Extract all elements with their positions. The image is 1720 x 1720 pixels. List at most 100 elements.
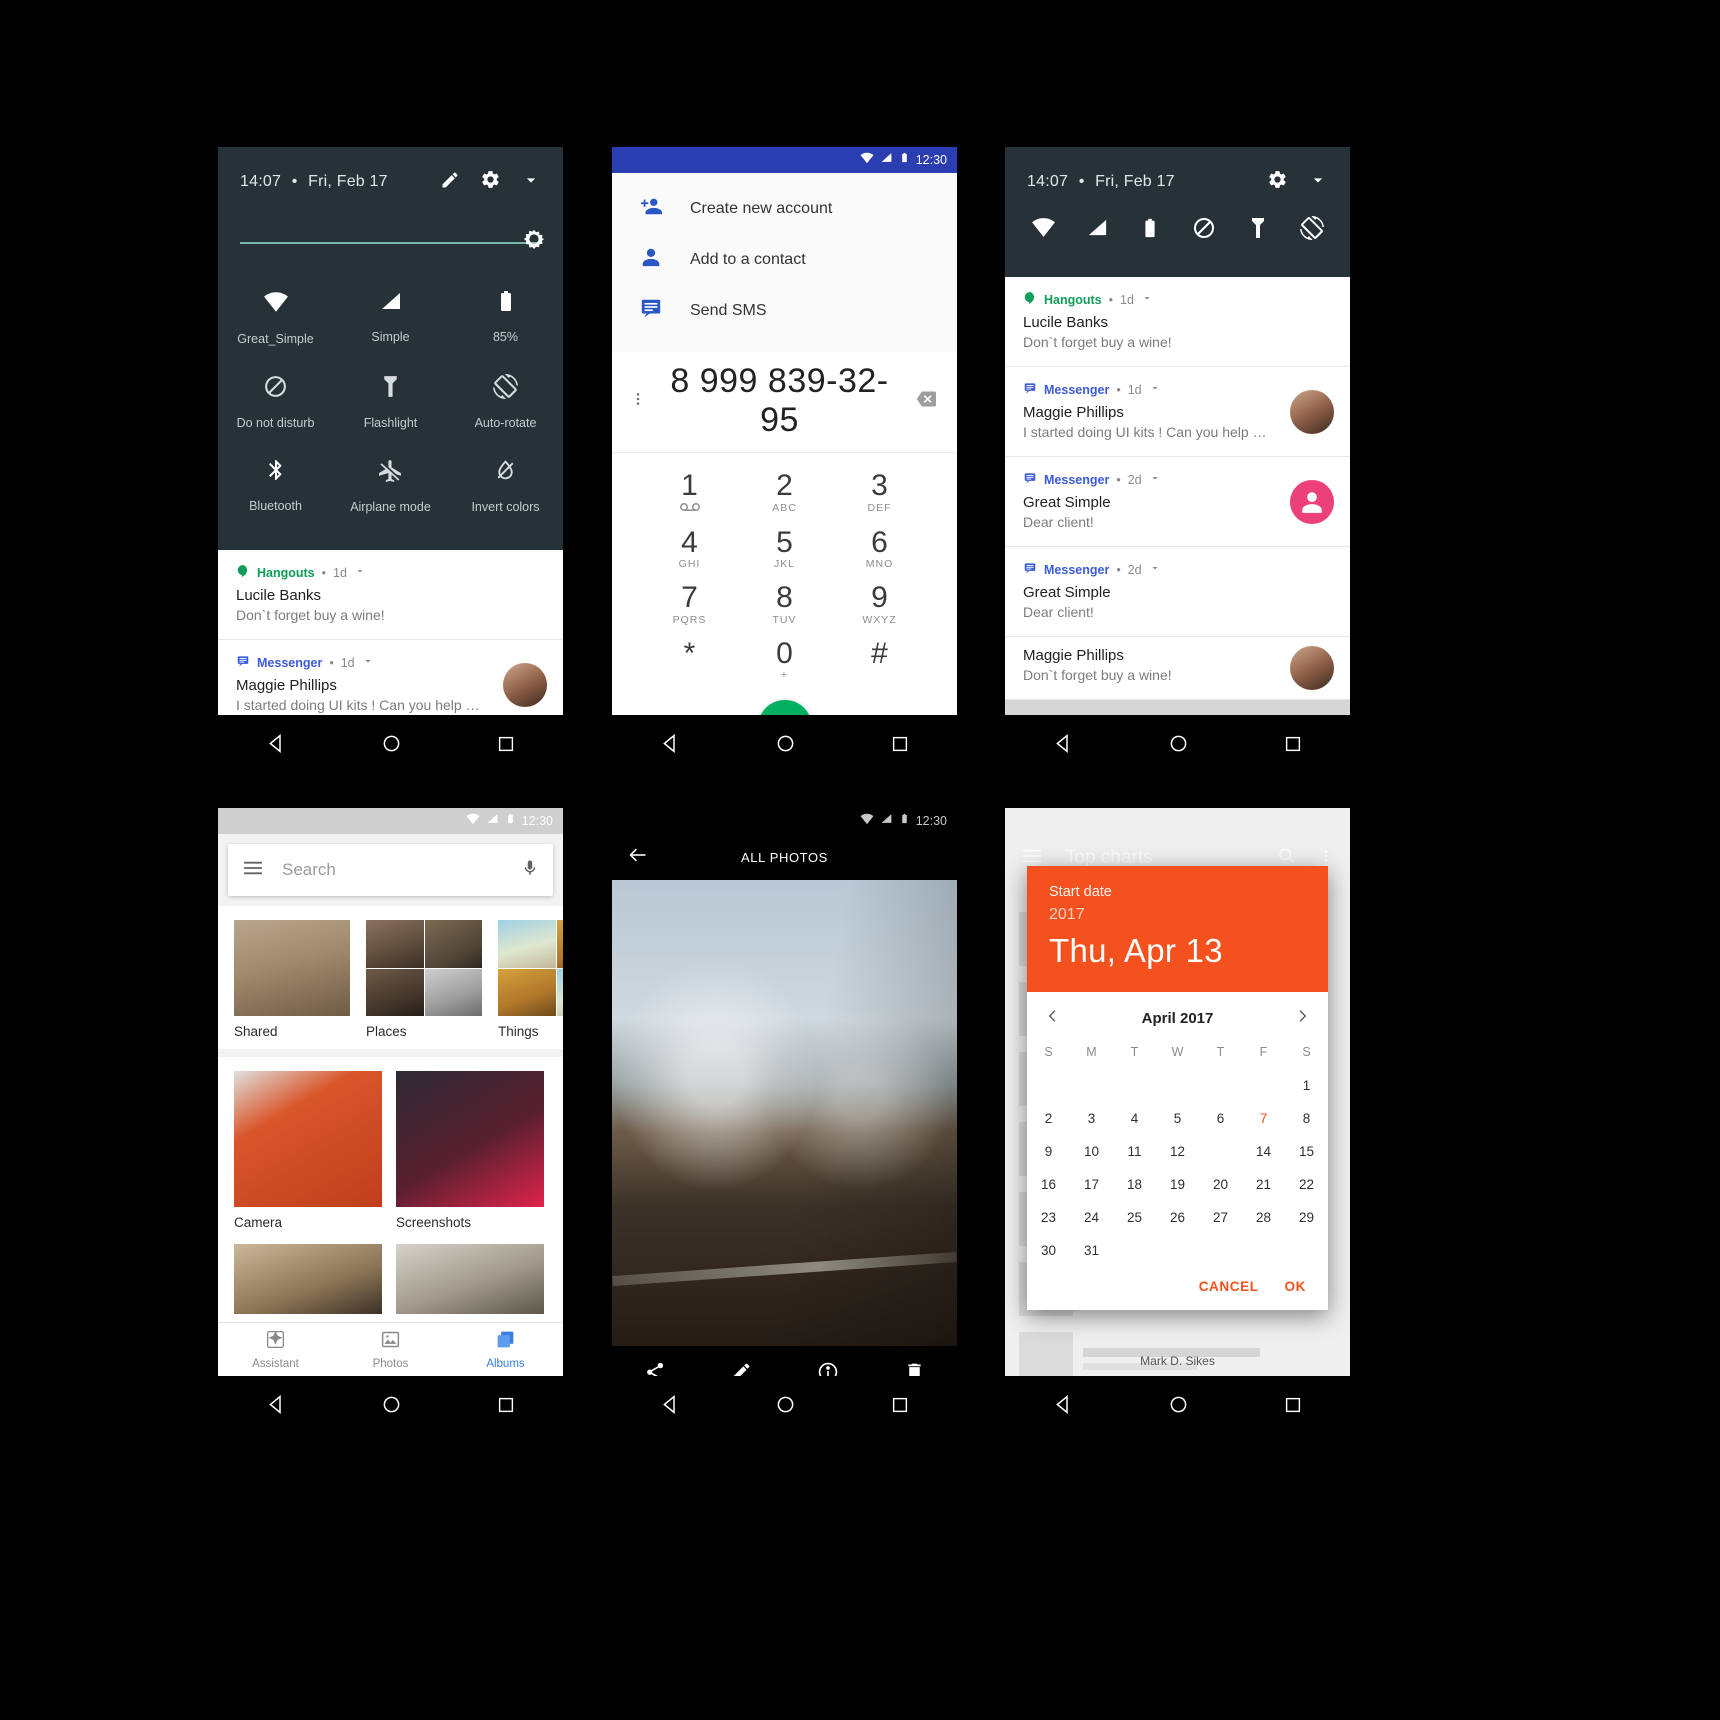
chevron-down-icon[interactable] (521, 170, 541, 195)
hamburger-menu-icon[interactable] (242, 860, 264, 881)
qs-tile-airplane-mode[interactable]: Airplane mode (333, 444, 448, 528)
calendar-day[interactable]: 6 (1199, 1102, 1242, 1135)
calendar-day[interactable]: 8 (1285, 1102, 1328, 1135)
battery-icon[interactable] (1139, 217, 1161, 244)
dialpad-key-2[interactable]: 2 ABC (737, 463, 832, 520)
add-to-contact-item[interactable]: Add to a contact (612, 234, 957, 285)
dialpad-key-0[interactable]: 0 + (737, 631, 832, 687)
qs-tile-flashlight[interactable]: Flashlight (333, 360, 448, 444)
calendar-day[interactable]: 26 (1156, 1201, 1199, 1234)
gear-icon[interactable] (1267, 169, 1288, 195)
nav-home-icon[interactable] (776, 1395, 795, 1419)
photo-canvas[interactable] (612, 880, 957, 1346)
overflow-menu-icon[interactable] (630, 391, 646, 412)
calendar-day[interactable]: 11 (1113, 1135, 1156, 1168)
edit-icon[interactable] (440, 170, 460, 195)
calendar-day[interactable]: 30 (1027, 1234, 1070, 1267)
qs-tile-auto-rotate[interactable]: Auto-rotate (448, 360, 563, 444)
calendar-day[interactable]: 14 (1242, 1135, 1285, 1168)
calendar-day[interactable]: 27 (1199, 1201, 1242, 1234)
notification-item[interactable]: Messenger • 1d Maggie Phillips I started… (218, 640, 563, 715)
dialed-number[interactable]: 8 999 839-32-95 (664, 362, 895, 440)
cancel-button[interactable]: CANCEL (1199, 1279, 1259, 1294)
calendar-day[interactable]: 13 (1199, 1135, 1242, 1168)
nav-back-icon[interactable] (1053, 1394, 1074, 1420)
calendar-day[interactable]: 20 (1199, 1168, 1242, 1201)
calendar-day[interactable]: 9 (1027, 1135, 1070, 1168)
backspace-icon[interactable] (913, 389, 939, 414)
chevron-down-icon[interactable] (1149, 472, 1161, 487)
qs-tile-battery[interactable]: 85% (448, 275, 563, 360)
ok-button[interactable]: OK (1285, 1279, 1306, 1294)
send-sms-item[interactable]: Send SMS (612, 285, 957, 336)
create-new-account-item[interactable]: Create new account (612, 183, 957, 234)
microphone-icon[interactable] (521, 859, 539, 882)
dialpad-key-6[interactable]: 6 MNO (832, 520, 927, 576)
delete-button[interactable] (904, 1361, 925, 1376)
dialpad-key-7[interactable]: 7 PQRS (642, 575, 737, 631)
qs-tile-invert-colors[interactable]: Invert colors (448, 444, 563, 528)
album-things[interactable]: Things (498, 920, 563, 1039)
share-button[interactable] (644, 1361, 666, 1376)
album-camera[interactable]: Camera (234, 1071, 382, 1230)
nav-back-icon[interactable] (1053, 733, 1074, 759)
qs-tile-bluetooth[interactable]: Bluetooth (218, 444, 333, 528)
calendar-day[interactable]: 23 (1027, 1201, 1070, 1234)
chevron-right-icon[interactable] (1294, 1008, 1310, 1029)
gear-icon[interactable] (480, 169, 501, 195)
dialpad-key-1[interactable]: 1 (642, 463, 737, 520)
date-picker-selected-date[interactable]: Thu, Apr 13 (1049, 932, 1306, 970)
calendar-day[interactable]: 4 (1113, 1102, 1156, 1135)
calendar-day[interactable]: 5 (1156, 1102, 1199, 1135)
nav-home-icon[interactable] (1169, 734, 1188, 758)
dialpad-key-4[interactable]: 4 GHI (642, 520, 737, 576)
nav-recents-icon[interactable] (891, 1396, 909, 1419)
nav-back-icon[interactable] (660, 1394, 681, 1420)
nav-recents-icon[interactable] (497, 1396, 515, 1419)
notification-item[interactable]: Messenger • 2d Great Simple Dear client! (1005, 457, 1350, 547)
qs-tile-do-not-disturb[interactable]: Do not disturb (218, 360, 333, 444)
calendar-day[interactable]: 25 (1113, 1201, 1156, 1234)
dialpad-key-star[interactable]: * (642, 631, 737, 687)
dialpad-key-5[interactable]: 5 JKL (737, 520, 832, 576)
signal-icon[interactable] (1086, 216, 1109, 244)
brightness-slider[interactable] (240, 229, 545, 257)
notification-item[interactable]: Hangouts • 1d Lucile Banks Don`t forget … (218, 550, 563, 640)
do-not-disturb-icon[interactable] (1192, 216, 1216, 245)
brightness-knob[interactable] (523, 228, 545, 255)
album-places[interactable]: Places (366, 920, 482, 1039)
chevron-down-icon[interactable] (1149, 562, 1161, 577)
dialpad-key-3[interactable]: 3 DEF (832, 463, 927, 520)
calendar-day[interactable]: 21 (1242, 1168, 1285, 1201)
bottom-nav-assistant[interactable]: Assistant (218, 1329, 333, 1370)
qs-tile-wifi[interactable]: Great_Simple (218, 275, 333, 360)
calendar-day[interactable]: 22 (1285, 1168, 1328, 1201)
nav-home-icon[interactable] (382, 734, 401, 758)
nav-back-icon[interactable] (266, 1394, 287, 1420)
calendar-day[interactable]: 29 (1285, 1201, 1328, 1234)
edit-button[interactable] (731, 1361, 752, 1376)
calendar-day[interactable]: 28 (1242, 1201, 1285, 1234)
notification-item[interactable]: Hangouts • 1d Lucile Banks Don`t forget … (1005, 277, 1350, 367)
notification-item[interactable]: Maggie Phillips Don`t forget buy a wine! (1005, 637, 1350, 700)
chevron-down-icon[interactable] (362, 655, 374, 670)
calendar-day[interactable]: 16 (1027, 1168, 1070, 1201)
notification-item[interactable]: Messenger • 1d Maggie Phillips I started… (1005, 367, 1350, 457)
calendar-day[interactable]: 15 (1285, 1135, 1328, 1168)
back-arrow-icon[interactable] (628, 845, 648, 870)
dialpad-key-hash[interactable]: # (832, 631, 927, 687)
info-button[interactable] (817, 1361, 839, 1376)
notification-item[interactable]: Messenger • 2d Great Simple Dear client! (1005, 547, 1350, 637)
dialpad-key-9[interactable]: 9 WXYZ (832, 575, 927, 631)
chevron-down-icon[interactable] (1308, 170, 1328, 195)
calendar-day[interactable]: 19 (1156, 1168, 1199, 1201)
bottom-nav-albums[interactable]: Albums (448, 1329, 563, 1370)
bottom-nav-photos[interactable]: Photos (333, 1329, 448, 1370)
nav-recents-icon[interactable] (1284, 1396, 1302, 1419)
dialpad-key-8[interactable]: 8 TUV (737, 575, 832, 631)
album-shared[interactable]: Shared (234, 920, 350, 1039)
date-picker-year[interactable]: 2017 (1049, 906, 1306, 924)
call-button[interactable] (757, 700, 812, 715)
nav-recents-icon[interactable] (1284, 735, 1302, 758)
nav-back-icon[interactable] (660, 733, 681, 759)
